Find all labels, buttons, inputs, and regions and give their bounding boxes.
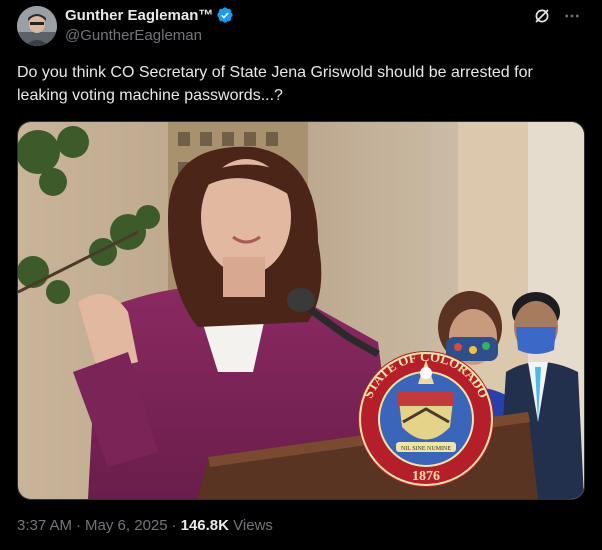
tweet-time[interactable]: 3:37 AM: [17, 517, 72, 534]
verified-badge-icon[interactable]: [216, 6, 234, 24]
avatar-image: [17, 6, 57, 46]
views-count: 146.8K: [180, 517, 229, 534]
grok-icon[interactable]: [532, 6, 552, 26]
colorado-state-seal: NIL SINE NUMINE STATE OF COLORADO 1876: [358, 349, 494, 487]
separator: ·: [76, 517, 82, 534]
tweet-meta: 3:37 AM · May 6, 2025 · 146.8K Views: [17, 517, 273, 534]
seal-motto: NIL SINE NUMINE: [401, 446, 451, 452]
views-label: Views: [233, 517, 273, 534]
more-icon[interactable]: [562, 6, 582, 26]
tweet-header-actions: [532, 6, 582, 26]
tweet-text: Do you think CO Secretary of State Jena …: [17, 64, 533, 104]
author-name-row: Gunther Eagleman™: [65, 6, 234, 24]
tweet-photo[interactable]: NIL SINE NUMINE STATE OF COLORADO 1876: [17, 121, 585, 500]
author-handle[interactable]: @GuntherEagleman: [65, 27, 202, 44]
separator: ·: [171, 517, 177, 534]
seal-year: 1876: [412, 469, 440, 484]
author-avatar[interactable]: [17, 6, 57, 46]
author-display-name[interactable]: Gunther Eagleman™: [65, 7, 213, 24]
tweet-date[interactable]: May 6, 2025: [85, 517, 168, 534]
press-conference-photo: NIL SINE NUMINE STATE OF COLORADO 1876: [18, 122, 584, 499]
